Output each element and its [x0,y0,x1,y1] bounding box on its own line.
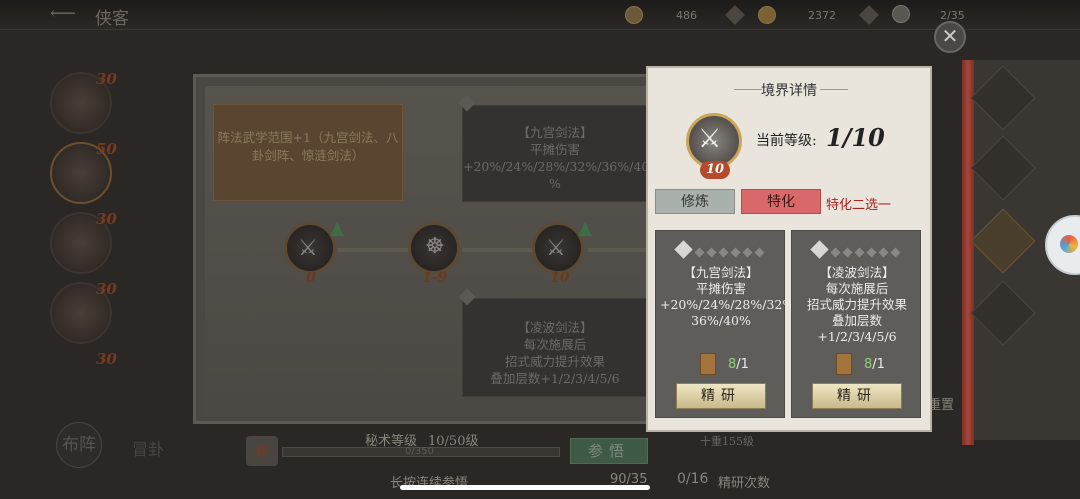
study-count-value: 0/16 [677,471,709,487]
current-level-value: 1/10 [826,123,885,152]
option-line: 每次施展后 [825,281,889,296]
skill-card-line: % [549,176,561,191]
title-ornament [820,89,848,90]
skill-card-line: 叠加层数+1/2/3/4/5/6 [490,371,620,386]
skill-card-jiugong[interactable]: 【九宫剑法】 平摊伤害 +20%/24%/28%/32%/36%/40 % [462,105,650,202]
skill-card-title: 【凌波剑法】 [517,320,593,335]
formation-button[interactable]: 布阵 [56,422,102,468]
option-title: 【凌波剑法】 [819,265,895,280]
tab-practice[interactable]: 修炼 [655,189,735,214]
study-count-label: 精研次数 [718,476,771,491]
node-level: 10 [550,270,570,286]
skill-card-line: 平摊伤害 [529,142,580,157]
formation-label: 布阵 [62,435,96,455]
back-arrow-icon[interactable]: ⟵ [50,5,86,23]
home-indicator[interactable] [400,485,650,490]
close-button[interactable]: ✕ [934,21,966,53]
character-level: 50 [96,140,117,158]
node-level: 0 [306,270,316,286]
book-icon [836,353,852,375]
top-bar [0,0,1080,30]
cost-need: /1 [736,357,749,372]
cost-value: 8/1 [864,357,885,373]
ten-times-label: 十重155级 [700,435,754,448]
study-button[interactable]: 精研 [676,383,766,409]
participate-label: 参悟 [587,442,630,460]
crossed-swords-icon: ⚔ [546,236,566,261]
tree-connector [462,248,534,252]
scroll-edge [962,60,974,445]
option-line: 招式威力提升效果 [806,297,907,312]
resource-3-value: 2/35 [940,9,965,22]
crossed-swords-icon: ⚔ [298,236,318,261]
skill-card-title: 【九宫剑法】 [517,125,593,140]
skill-card-line: 招式威力提升效果 [504,354,605,369]
assistant-logo-icon [1060,235,1078,253]
scroll-icon: 秘 [246,436,278,466]
tree-connector [588,248,648,252]
upgrade-arrow-icon [578,222,592,236]
ingot-icon [625,6,643,24]
skill-card-line: 每次施展后 [523,337,587,352]
participate-button[interactable]: 参悟 [570,438,648,464]
book-icon [700,353,716,375]
option-card-jiugong[interactable]: 【九宫剑法】 平摊伤害 +20%/24%/28%/32%/ 36%/40% 8/… [655,230,799,418]
resource-1-value: 486 [676,9,697,22]
option-line: +20%/24%/28%/32%/ [660,297,799,312]
meditation-icon: ☸ [425,234,445,259]
option-line: 叠加层数 [831,313,882,328]
cost-value: 8/1 [728,357,749,373]
node-level: 1-9 [422,270,448,286]
resource-2-value: 2372 [808,9,836,22]
rank-diamonds [808,240,908,259]
progress-text: 0/350 [405,446,434,457]
tree-connector [338,248,410,252]
cost-need: /1 [872,357,885,372]
option-line: +1/2/3/4/5/6 [817,329,897,344]
skill-card-lingbo[interactable]: 【凌波剑法】 每次施展后 招式威力提升效果 叠加层数+1/2/3/4/5/6 [462,298,648,397]
gold-icon [758,6,776,24]
study-button[interactable]: 精研 [812,383,902,409]
current-level-label: 当前等级: [756,133,817,149]
option-line: 36%/40% [691,313,751,328]
option-title: 【九宫剑法】 [683,265,759,280]
character-level: 30 [96,210,117,228]
skill-card-line: +20%/24%/28%/32%/36%/40 [463,159,650,174]
character-level: 30 [96,70,117,88]
upgrade-arrow-icon [330,222,344,236]
title-ornament [734,89,762,90]
tab-specialize[interactable]: 特化 [741,189,821,214]
realm-detail-modal: 境界详情 ⚔ 10 当前等级: 1/10 修炼 特化 特化二选一 【九宫剑法】 … [646,66,932,432]
specialize-note: 特化二选一 [826,198,892,213]
coin-icon [892,5,910,23]
page-title: 侠客 [95,9,129,29]
modal-title: 境界详情 [761,83,817,99]
emblem-level: 10 [700,161,730,179]
divination-label: 冒卦 [131,440,164,459]
crossed-swords-icon: ⚔ [698,124,722,154]
option-card-lingbo[interactable]: 【凌波剑法】 每次施展后 招式威力提升效果 叠加层数 +1/2/3/4/5/6 … [791,230,921,418]
option-line: 平摊伤害 [695,281,746,296]
divination-button[interactable]: 冒卦 [128,430,168,470]
formation-bonus-box: 阵法武学范围+1（九宫剑法、八卦剑阵、惊涟剑法） [213,104,403,201]
rank-diamonds [672,240,772,259]
character-level: 30 [96,280,117,298]
character-level: 30 [96,350,117,368]
